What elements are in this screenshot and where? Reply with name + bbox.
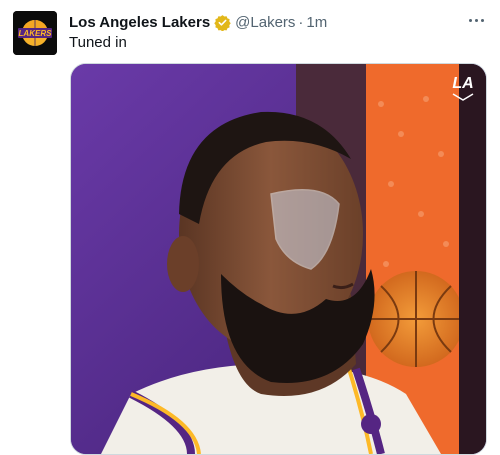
avatar[interactable]: LAKERS bbox=[13, 11, 57, 55]
tweet-header: Los Angeles Lakers @Lakers · 1m bbox=[69, 12, 327, 32]
tweet-text: Tuned in bbox=[69, 34, 127, 51]
more-options-icon[interactable] bbox=[462, 8, 490, 32]
avatar-logo-text: LAKERS bbox=[19, 29, 53, 38]
author-name[interactable]: Los Angeles Lakers bbox=[69, 14, 210, 31]
watermark-text: LA bbox=[452, 75, 473, 92]
timestamp[interactable]: 1m bbox=[306, 14, 327, 31]
separator-dot: · bbox=[298, 13, 304, 31]
tweet-media-image[interactable]: LA bbox=[70, 63, 487, 455]
tweet[interactable]: LAKERS Los Angeles Lakers @Lakers · 1m T… bbox=[0, 0, 500, 455]
author-handle[interactable]: @Lakers bbox=[235, 14, 295, 31]
verified-badge-icon bbox=[214, 14, 231, 31]
